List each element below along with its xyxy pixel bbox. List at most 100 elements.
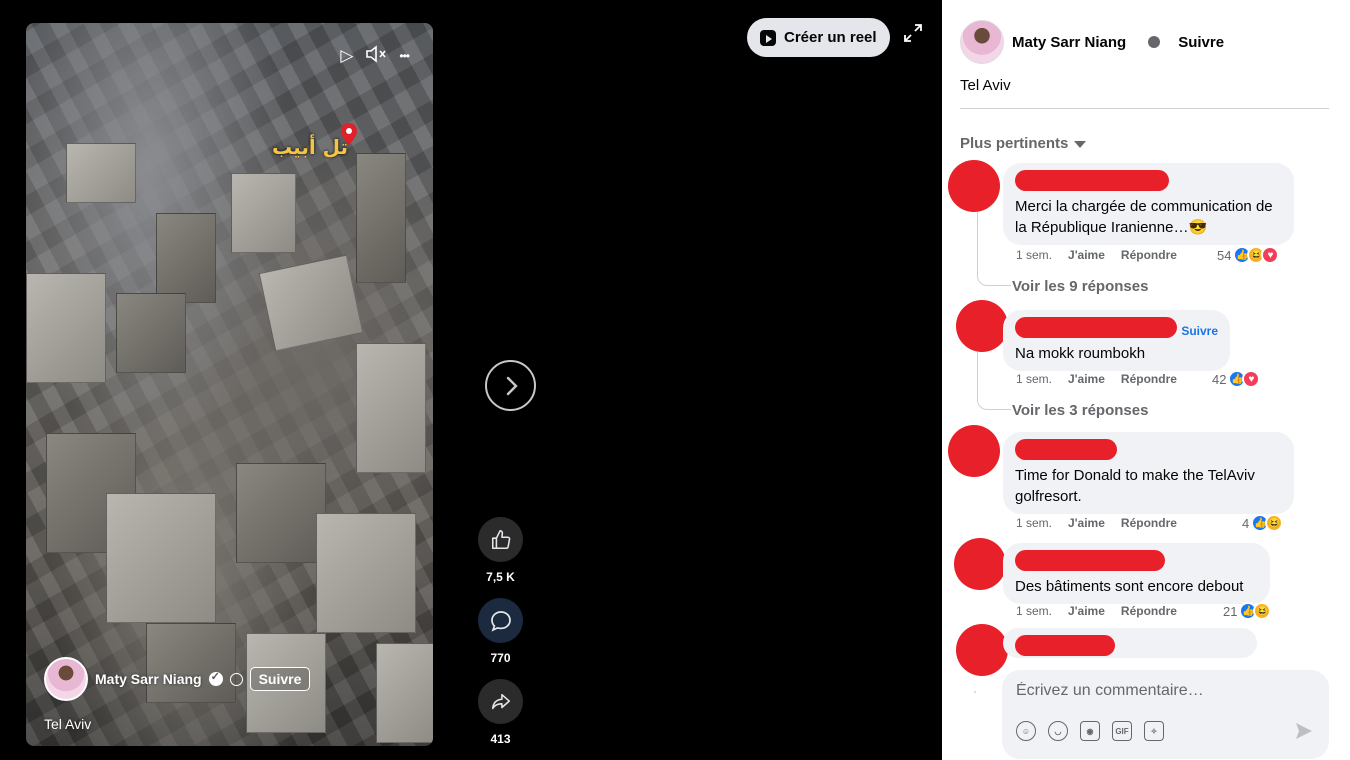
reaction-summary[interactable]: 4 👍 😆 bbox=[1242, 514, 1284, 532]
chevron-right-icon bbox=[506, 376, 518, 395]
video-scene-building bbox=[356, 343, 426, 473]
next-reel-button[interactable] bbox=[485, 360, 536, 411]
haha-reaction-icon: 😆 bbox=[1253, 602, 1272, 620]
mute-icon[interactable] bbox=[365, 45, 387, 67]
comment-button[interactable] bbox=[478, 598, 523, 643]
share-button[interactable] bbox=[478, 679, 523, 724]
thread-line bbox=[977, 212, 978, 272]
video-scene-building bbox=[231, 173, 296, 253]
reaction-summary[interactable]: 54 👍 😆 ♥ bbox=[1217, 246, 1280, 264]
comment-sort-dropdown[interactable]: Plus pertinents bbox=[960, 135, 1087, 152]
comment-meta: 1 sem. J'aime Répondre bbox=[1016, 372, 1177, 386]
post-author-name[interactable]: Maty Sarr Niang bbox=[1012, 34, 1126, 51]
comment-bubble: Merci la chargée de communication de la … bbox=[1003, 163, 1294, 245]
video-location-overlay: تل أبيب bbox=[272, 135, 349, 159]
redacted-name[interactable] bbox=[1015, 170, 1169, 191]
reaction-count: 21 bbox=[1223, 603, 1238, 619]
fullscreen-icon[interactable] bbox=[904, 24, 922, 42]
redacted-avatar[interactable] bbox=[956, 300, 1008, 352]
share-count: 413 bbox=[490, 732, 511, 746]
comment-icon bbox=[490, 610, 511, 632]
comment-text: Merci la chargée de communication de la … bbox=[1015, 198, 1273, 236]
avatar[interactable] bbox=[44, 657, 88, 701]
commenter-follow-button[interactable]: Suivre bbox=[1181, 321, 1218, 342]
reel-video[interactable]: ▷ ••• تل أبيب Maty Sarr Niang Suivre Tel… bbox=[26, 23, 433, 746]
like-comment-button[interactable]: J'aime bbox=[1068, 248, 1105, 262]
globe-icon bbox=[1148, 36, 1161, 48]
reply-button[interactable]: Répondre bbox=[1121, 248, 1177, 262]
video-caption: Tel Aviv bbox=[44, 716, 92, 732]
video-controls: ▷ ••• bbox=[340, 45, 410, 67]
comment-time[interactable]: 1 sem. bbox=[1016, 372, 1052, 386]
emoji-icon[interactable]: ◡ bbox=[1048, 721, 1068, 741]
thread-line bbox=[977, 272, 1011, 286]
facebook-reel-viewer: ▷ ••• تل أبيب Maty Sarr Niang Suivre Tel… bbox=[0, 0, 1350, 760]
redacted-name[interactable] bbox=[1015, 550, 1165, 571]
create-reel-label: Créer un reel bbox=[784, 29, 877, 46]
comment-meta: 1 sem. J'aime Répondre bbox=[1016, 516, 1177, 530]
comment-action[interactable]: 770 bbox=[478, 598, 523, 665]
video-scene-building bbox=[156, 213, 216, 303]
avatar-sticker-icon[interactable]: ☺ bbox=[1016, 721, 1036, 741]
follow-button[interactable]: Suivre bbox=[1178, 34, 1224, 51]
post-header: Maty Sarr Niang Suivre bbox=[960, 20, 1224, 64]
sort-label: Plus pertinents bbox=[960, 135, 1069, 152]
comment-bubble: Time for Donald to make the TelAviv golf… bbox=[1003, 432, 1294, 514]
comment-time[interactable]: 1 sem. bbox=[1016, 604, 1052, 618]
divider bbox=[960, 108, 1329, 109]
more-options-icon[interactable]: ••• bbox=[399, 47, 410, 65]
comment-time[interactable]: 1 sem. bbox=[1016, 516, 1052, 530]
sticker-icon[interactable]: ✧ bbox=[1144, 721, 1164, 741]
comment-time[interactable]: 1 sem. bbox=[1016, 248, 1052, 262]
divider-dot bbox=[974, 691, 976, 693]
like-comment-button[interactable]: J'aime bbox=[1068, 604, 1105, 618]
comment-input[interactable] bbox=[1016, 680, 1306, 702]
composer-tools: ☺ ◡ ◉ GIF ✧ bbox=[1016, 721, 1164, 741]
gif-icon[interactable]: GIF bbox=[1112, 721, 1132, 741]
video-scene-building bbox=[236, 463, 326, 563]
redacted-name[interactable] bbox=[1015, 439, 1117, 460]
comment-bubble: Des bâtiments sont encore debout bbox=[1003, 543, 1270, 604]
video-scene-building bbox=[66, 143, 136, 203]
comments-panel: Maty Sarr Niang Suivre Tel Aviv Plus per… bbox=[942, 0, 1350, 760]
redacted-name[interactable] bbox=[1015, 635, 1115, 656]
video-scene-building bbox=[356, 153, 406, 283]
reaction-count: 4 bbox=[1242, 515, 1250, 531]
video-author-name[interactable]: Maty Sarr Niang bbox=[95, 671, 202, 687]
reply-button[interactable]: Répondre bbox=[1121, 372, 1177, 386]
comment-text: Des bâtiments sont encore debout bbox=[1015, 578, 1244, 595]
reply-button[interactable]: Répondre bbox=[1121, 516, 1177, 530]
comment-meta: 1 sem. J'aime Répondre bbox=[1016, 604, 1177, 618]
redacted-avatar[interactable] bbox=[956, 624, 1008, 676]
love-reaction-icon: ♥ bbox=[1242, 370, 1261, 388]
camera-icon[interactable]: ◉ bbox=[1080, 721, 1100, 741]
create-reel-button[interactable]: Créer un reel bbox=[747, 18, 890, 57]
redacted-avatar[interactable] bbox=[954, 538, 1006, 590]
view-replies-link[interactable]: Voir les 3 réponses bbox=[1012, 402, 1148, 419]
view-replies-link[interactable]: Voir les 9 réponses bbox=[1012, 278, 1148, 295]
reply-button[interactable]: Répondre bbox=[1121, 604, 1177, 618]
globe-icon bbox=[229, 672, 243, 686]
reaction-summary[interactable]: 42 👍 ♥ bbox=[1212, 370, 1261, 388]
video-author: Maty Sarr Niang Suivre bbox=[44, 657, 311, 701]
like-button[interactable] bbox=[478, 517, 523, 562]
redacted-name[interactable] bbox=[1015, 317, 1177, 338]
reaction-count: 54 bbox=[1217, 247, 1232, 263]
comment-composer: ☺ ◡ ◉ GIF ✧ bbox=[1002, 670, 1329, 759]
video-scene-building bbox=[116, 293, 186, 373]
reaction-summary[interactable]: 21 👍 😆 bbox=[1223, 602, 1272, 620]
redacted-avatar[interactable] bbox=[948, 425, 1000, 477]
redacted-avatar[interactable] bbox=[948, 160, 1000, 212]
thread-line bbox=[977, 352, 978, 396]
like-comment-button[interactable]: J'aime bbox=[1068, 372, 1105, 386]
like-comment-button[interactable]: J'aime bbox=[1068, 516, 1105, 530]
share-action[interactable]: 413 bbox=[478, 679, 523, 746]
video-follow-button[interactable]: Suivre bbox=[249, 667, 311, 691]
avatar[interactable] bbox=[960, 20, 1004, 64]
video-scene-building bbox=[26, 273, 106, 383]
send-icon[interactable] bbox=[1295, 722, 1313, 740]
reel-icon bbox=[760, 29, 776, 46]
comment-bubble: Suivre Na mokk roumbokh bbox=[1003, 310, 1230, 371]
play-icon[interactable]: ▷ bbox=[340, 47, 353, 65]
like-action[interactable]: 7,5 K bbox=[478, 517, 523, 584]
